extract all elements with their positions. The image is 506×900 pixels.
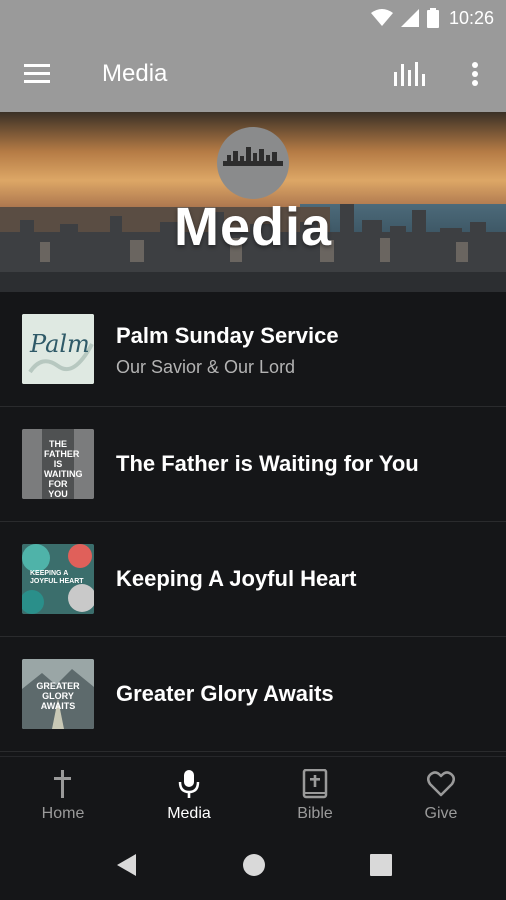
media-list-item[interactable]: GREATER GLORY AWAITS Greater Glory Await… <box>0 637 506 752</box>
nav-item-home[interactable]: Home <box>0 757 126 831</box>
thumbnail-text: Palm <box>30 330 90 358</box>
media-item-text: The Father is Waiting for You <box>116 451 419 477</box>
nav-item-give[interactable]: Give <box>378 757 504 831</box>
more-vert-icon[interactable] <box>464 58 486 90</box>
media-item-title: Keeping A Joyful Heart <box>116 566 357 591</box>
media-item-title: Palm Sunday Service <box>116 323 339 348</box>
nav-item-bible[interactable]: Bible <box>252 757 378 831</box>
church-logo <box>217 127 289 199</box>
nav-label-home: Home <box>41 805 85 822</box>
microphone-icon <box>178 770 200 798</box>
media-list-item[interactable]: KEEPING A JOYFUL HEART Keeping A Joyful … <box>0 522 506 637</box>
thumbnail-text: THE FATHER IS WAITING FOR YOU <box>44 439 83 499</box>
bottom-navigation: Home Media Bible Give <box>0 756 506 831</box>
media-thumbnail: THE FATHER IS WAITING FOR YOU <box>22 429 94 499</box>
nav-label-give: Give <box>424 805 458 822</box>
nav-item-media[interactable]: Media <box>126 757 252 831</box>
media-item-text: Keeping A Joyful Heart <box>116 566 356 592</box>
media-item-subtitle: Our Savior & Our Lord <box>116 357 296 377</box>
media-item-text: Palm Sunday Service Our Savior & Our Lor… <box>116 323 339 378</box>
equalizer-icon[interactable] <box>392 58 428 90</box>
hero-title: Media <box>173 197 333 257</box>
recents-square-icon[interactable] <box>368 852 394 878</box>
media-item-title: The Father is Waiting for You <box>116 451 419 476</box>
app-bar: Media <box>0 36 506 112</box>
thumbnail-text: GREATER GLORY AWAITS <box>36 681 80 711</box>
nav-label-media: Media <box>167 805 211 822</box>
media-thumbnail: KEEPING A JOYFUL HEART <box>22 544 94 614</box>
battery-icon <box>426 8 439 28</box>
media-item-text: Greater Glory Awaits <box>116 681 334 707</box>
media-item-title: Greater Glory Awaits <box>116 681 334 706</box>
media-list-item[interactable]: THE FATHER IS WAITING FOR YOU The Father… <box>0 407 506 522</box>
cross-icon <box>54 770 71 798</box>
hero-banner: Media <box>0 112 506 292</box>
media-list: Palm Palm Sunday Service Our Savior & Ou… <box>0 292 506 752</box>
hamburger-menu-icon[interactable] <box>22 60 54 88</box>
status-icons <box>370 8 439 28</box>
heart-icon <box>427 771 455 797</box>
back-triangle-icon[interactable] <box>114 852 140 878</box>
home-circle-icon[interactable] <box>241 852 267 878</box>
status-bar: 10:26 <box>0 0 506 36</box>
thumbnail-text: KEEPING A JOYFUL HEART <box>30 570 84 585</box>
media-list-item[interactable]: Palm Palm Sunday Service Our Savior & Ou… <box>0 292 506 407</box>
signal-icon <box>400 9 419 27</box>
system-navigation-bar <box>0 830 506 900</box>
nav-label-bible: Bible <box>297 805 333 822</box>
status-time: 10:26 <box>448 7 494 28</box>
bible-icon <box>302 769 328 799</box>
media-thumbnail: Palm <box>22 314 94 384</box>
wifi-icon <box>370 9 393 26</box>
app-bar-title: Media <box>102 60 168 87</box>
media-thumbnail: GREATER GLORY AWAITS <box>22 659 94 729</box>
